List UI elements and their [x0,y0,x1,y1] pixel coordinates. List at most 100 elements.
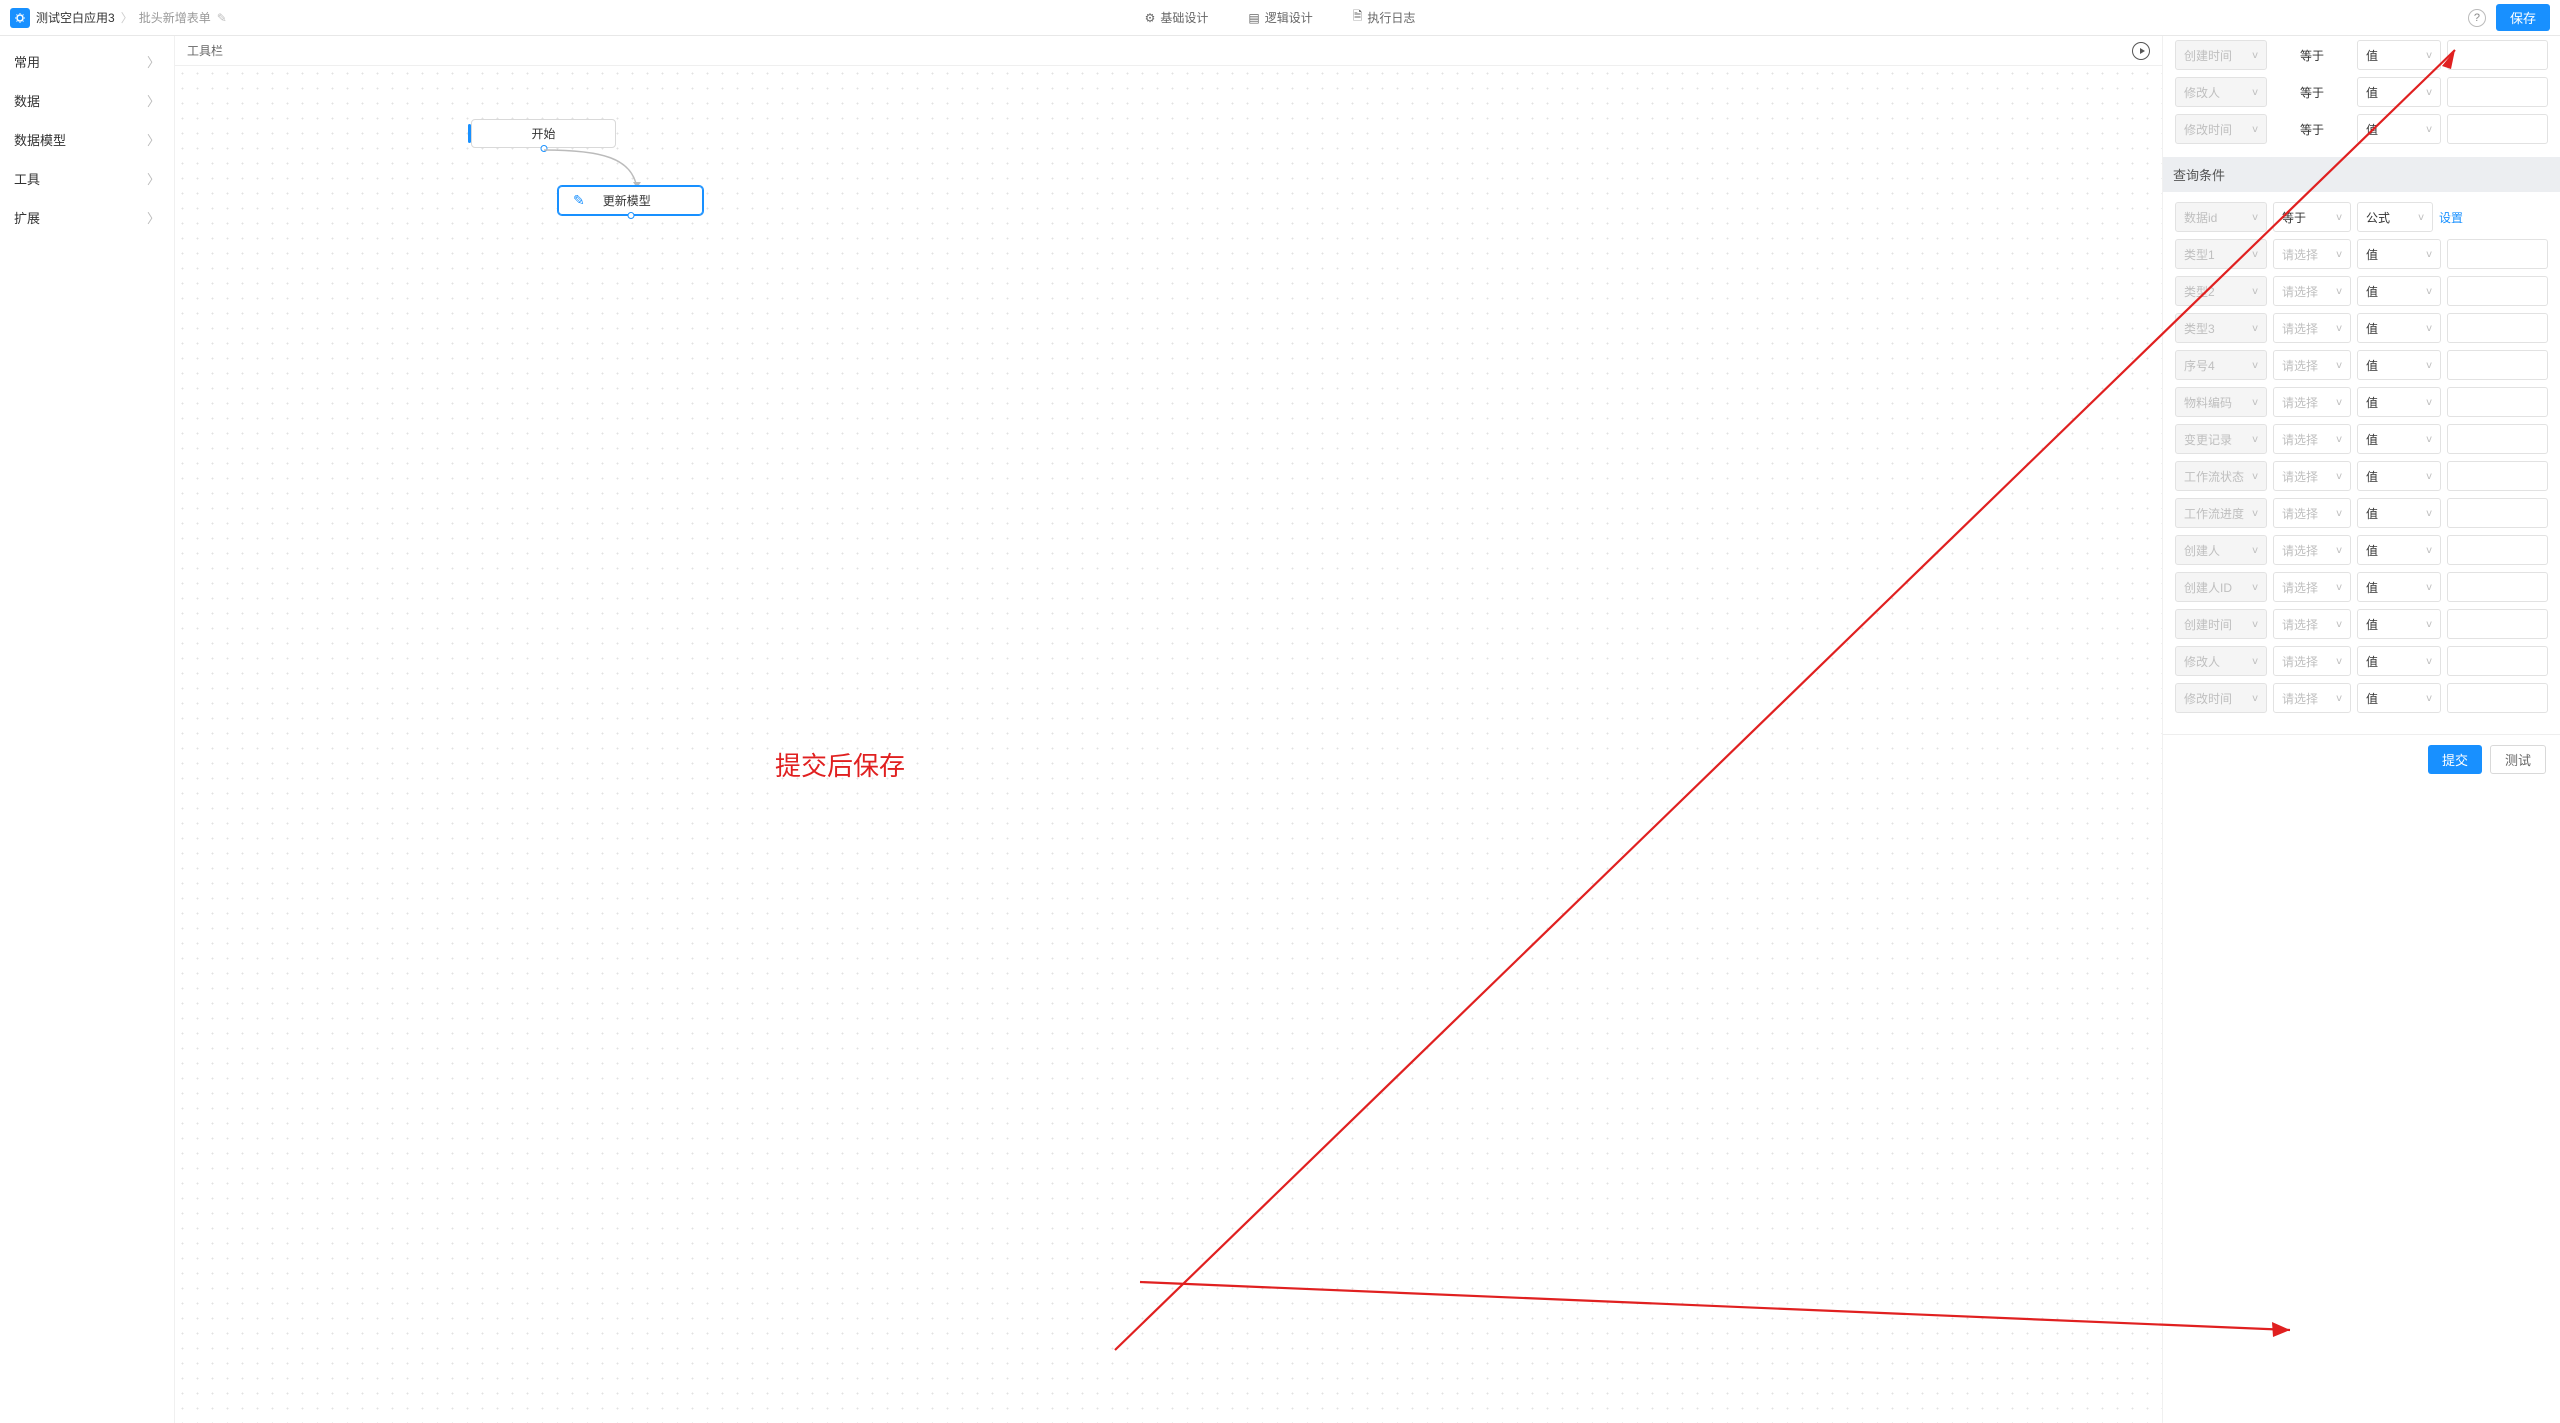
value-type-select[interactable]: 公式ⅴ [2357,202,2433,232]
value-select[interactable]: 值ⅴ [2357,683,2441,713]
node-output-port[interactable] [540,145,547,152]
value-select[interactable]: 值ⅴ [2357,609,2441,639]
value-select[interactable]: 值ⅴ [2357,461,2441,491]
sidebar-item-common[interactable]: 常用 〉 [0,42,174,81]
node-output-port[interactable] [627,212,634,219]
value-select[interactable]: 值ⅴ [2357,387,2441,417]
field-select[interactable]: 创建时间ⅴ [2175,609,2267,639]
chevron-right-icon: 〉 [147,91,160,110]
operator-select[interactable]: 请选择ⅴ [2273,239,2351,269]
value-select[interactable]: 值ⅴ [2357,114,2441,144]
value-input[interactable] [2447,535,2548,565]
node-start[interactable]: 开始 [471,119,616,148]
operator-select[interactable]: 请选择ⅴ [2273,498,2351,528]
node-update-model[interactable]: ✎ 更新模型 [558,186,703,215]
value-select[interactable]: 值ⅴ [2357,239,2441,269]
field-select[interactable]: 类型3ⅴ [2175,313,2267,343]
test-button[interactable]: 测试 [2490,745,2546,774]
field-select[interactable]: 变更记录ⅴ [2175,424,2267,454]
value-input[interactable] [2447,114,2548,144]
submit-button[interactable]: 提交 [2428,745,2482,774]
settings-icon: ⚙ [1145,11,1156,25]
operator-select[interactable]: 请选择ⅴ [2273,609,2351,639]
value-input[interactable] [2447,387,2548,417]
field-mapping-row: 修改时间ⅴ等于值ⅴ [2175,114,2548,144]
operator-select[interactable]: 请选择ⅴ [2273,535,2351,565]
operator-select[interactable]: 请选择ⅴ [2273,350,2351,380]
value-input[interactable] [2447,313,2548,343]
value-select[interactable]: 值ⅴ [2357,498,2441,528]
field-select[interactable]: 创建人IDⅴ [2175,572,2267,602]
operator-select[interactable]: 等于ⅴ [2273,202,2351,232]
value-input[interactable] [2447,683,2548,713]
help-icon[interactable]: ? [2468,9,2486,27]
operator-select[interactable]: 请选择ⅴ [2273,461,2351,491]
breadcrumb-page[interactable]: 批头新增表单 [139,9,211,26]
operator-select[interactable]: 请选择ⅴ [2273,313,2351,343]
field-select[interactable]: 序号4ⅴ [2175,350,2267,380]
operator-select[interactable]: 请选择ⅴ [2273,387,2351,417]
value-input[interactable] [2447,239,2548,269]
condition-row: 工作流进度ⅴ请选择ⅴ值ⅴ [2175,498,2548,528]
value-select[interactable]: 值ⅴ [2357,350,2441,380]
save-button[interactable]: 保存 [2496,4,2550,31]
field-select[interactable]: 修改时间ⅴ [2175,114,2267,144]
operator-select[interactable]: 请选择ⅴ [2273,276,2351,306]
play-icon[interactable] [2132,42,2150,60]
value-select[interactable]: 值ⅴ [2357,424,2441,454]
section-query-conditions: 查询条件 [2163,157,2560,192]
operator-select[interactable]: 请选择ⅴ [2273,646,2351,676]
operator-select[interactable]: 请选择ⅴ [2273,572,2351,602]
flow-canvas[interactable]: 开始 ✎ 更新模型 提交后保存 [175,66,2162,1423]
field-select[interactable]: 修改时间ⅴ [2175,683,2267,713]
value-input[interactable] [2447,646,2548,676]
edit-icon[interactable]: ✎ [217,11,227,25]
tab-exec-log[interactable]: 🗎 执行日志 [1353,7,1416,28]
sidebar-item-extensions[interactable]: 扩展 〉 [0,198,174,237]
chevron-right-icon: 〉 [147,169,160,188]
value-input[interactable] [2447,609,2548,639]
value-input[interactable] [2447,461,2548,491]
sidebar-item-data[interactable]: 数据 〉 [0,81,174,120]
value-input[interactable] [2447,77,2548,107]
chevron-right-icon: 〉 [147,208,160,227]
operator-select[interactable]: 请选择ⅴ [2273,683,2351,713]
value-input[interactable] [2447,276,2548,306]
value-input[interactable] [2447,350,2548,380]
value-input[interactable] [2447,572,2548,602]
tab-logic-design[interactable]: ▤ 逻辑设计 [1248,7,1312,28]
operator-select[interactable]: 请选择ⅴ [2273,424,2351,454]
field-select[interactable]: 物料编码ⅴ [2175,387,2267,417]
value-input[interactable] [2447,40,2548,70]
field-select[interactable]: 数据idⅴ [2175,202,2267,232]
value-select[interactable]: 值ⅴ [2357,646,2441,676]
operator-label: 等于 [2273,77,2351,107]
configure-link[interactable]: 设置 [2439,209,2463,226]
condition-row: 类型2ⅴ请选择ⅴ值ⅴ [2175,276,2548,306]
breadcrumb-app[interactable]: 测试空白应用3 [36,9,115,26]
field-mapping-row: 修改人ⅴ等于值ⅴ [2175,77,2548,107]
field-select[interactable]: 工作流进度ⅴ [2175,498,2267,528]
value-select[interactable]: 值ⅴ [2357,40,2441,70]
field-select[interactable]: 创建人ⅴ [2175,535,2267,565]
condition-row: 物料编码ⅴ请选择ⅴ值ⅴ [2175,387,2548,417]
value-select[interactable]: 值ⅴ [2357,535,2441,565]
tab-basic-design[interactable]: ⚙ 基础设计 [1145,7,1209,28]
field-select[interactable]: 修改人ⅴ [2175,646,2267,676]
value-input[interactable] [2447,424,2548,454]
sidebar-item-tools[interactable]: 工具 〉 [0,159,174,198]
value-select[interactable]: 值ⅴ [2357,276,2441,306]
field-select[interactable]: 工作流状态ⅴ [2175,461,2267,491]
field-select[interactable]: 类型2ⅴ [2175,276,2267,306]
value-select[interactable]: 值ⅴ [2357,77,2441,107]
value-select[interactable]: 值ⅴ [2357,572,2441,602]
field-select[interactable]: 类型1ⅴ [2175,239,2267,269]
condition-row: 变更记录ⅴ请选择ⅴ值ⅴ [2175,424,2548,454]
value-input[interactable] [2447,498,2548,528]
field-select[interactable]: 创建时间ⅴ [2175,40,2267,70]
field-mapping-row: 创建时间ⅴ等于值ⅴ [2175,40,2548,70]
design-tabs: ⚙ 基础设计 ▤ 逻辑设计 🗎 执行日志 [1145,7,1416,28]
field-select[interactable]: 修改人ⅴ [2175,77,2267,107]
sidebar-item-data-model[interactable]: 数据模型 〉 [0,120,174,159]
value-select[interactable]: 值ⅴ [2357,313,2441,343]
